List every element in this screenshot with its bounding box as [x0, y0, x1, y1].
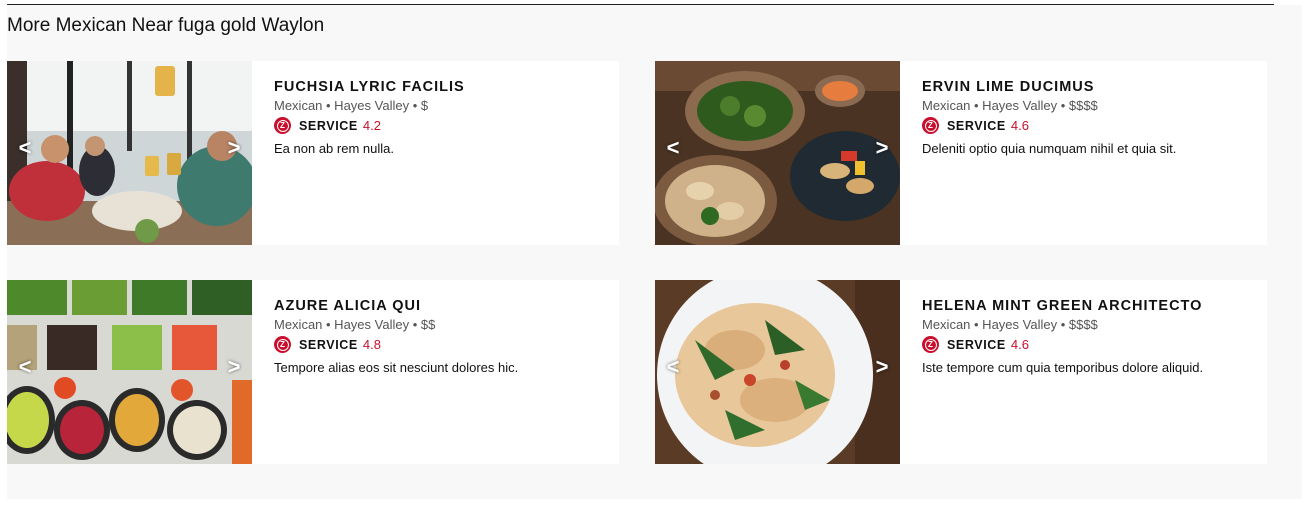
service-label: SERVICE	[947, 118, 1006, 133]
restaurant-meta: Mexican • Hayes Valley • $$$$	[922, 98, 1098, 113]
restaurant-description: Ea non ab rem nulla.	[274, 141, 394, 156]
service-score: 4.2	[362, 118, 381, 133]
carousel-next-button[interactable]: >	[871, 352, 893, 382]
more-restaurants-section: More Mexican Near fuga gold Waylon < > F…	[7, 5, 1302, 499]
service-score: 4.6	[1010, 337, 1029, 352]
section-title: More Mexican Near fuga gold Waylon	[7, 15, 325, 36]
restaurant-info: ERVIN LIME DUCIMUS Mexican • Hayes Valle…	[900, 61, 1176, 245]
carousel-next-button[interactable]: >	[871, 133, 893, 163]
restaurant-info: HELENA MINT GREEN ARCHITECTO Mexican • H…	[900, 280, 1203, 464]
service-label: SERVICE	[947, 337, 1006, 352]
zagat-z-icon: Z	[274, 336, 291, 353]
restaurant-description: Iste tempore cum quia temporibus dolore …	[922, 360, 1204, 375]
zagat-z-icon: Z	[922, 336, 939, 353]
restaurant-meta: Mexican • Hayes Valley • $	[274, 98, 429, 113]
zagat-z-icon: Z	[274, 117, 291, 134]
restaurant-card[interactable]: < > ERVIN LIME DUCIMUS Mexican • Hayes V…	[655, 61, 1267, 245]
carousel-next-button[interactable]: >	[223, 133, 245, 163]
service-rating: Z SERVICE 4.8	[274, 336, 518, 353]
restaurant-photo-carousel: < >	[655, 61, 900, 245]
salad-bar-vegetables-photo	[7, 280, 252, 464]
carousel-prev-button[interactable]: <	[14, 133, 36, 163]
restaurant-photo-carousel: < >	[7, 280, 252, 464]
carousel-prev-button[interactable]: <	[14, 352, 36, 382]
badge-letter: Z	[276, 119, 289, 132]
service-rating: Z SERVICE 4.2	[274, 117, 465, 134]
restaurant-card[interactable]: < > HELENA MINT GREEN ARCHITECTO Mexican…	[655, 280, 1267, 464]
carousel-prev-button[interactable]: <	[662, 352, 684, 382]
carousel-next-button[interactable]: >	[223, 352, 245, 382]
carousel-prev-button[interactable]: <	[662, 133, 684, 163]
zagat-z-icon: Z	[922, 117, 939, 134]
restaurant-card[interactable]: < > AZURE ALICIA QUI Mexican • Hayes Val…	[7, 280, 619, 464]
dumplings-bowls-photo	[655, 61, 900, 245]
restaurant-meta: Mexican • Hayes Valley • $$	[274, 317, 436, 332]
restaurant-photo-carousel: < >	[7, 61, 252, 245]
restaurant-card[interactable]: < > FUCHSIA LYRIC FACILIS Mexican • Haye…	[7, 61, 619, 245]
restaurant-info: AZURE ALICIA QUI Mexican • Hayes Valley …	[252, 280, 518, 464]
service-rating: Z SERVICE 4.6	[922, 336, 1203, 353]
restaurant-meta: Mexican • Hayes Valley • $$$$	[922, 317, 1098, 332]
service-label: SERVICE	[299, 337, 358, 352]
badge-letter: Z	[924, 119, 937, 132]
service-label: SERVICE	[299, 118, 358, 133]
service-score: 4.8	[362, 337, 381, 352]
restaurant-name[interactable]: HELENA MINT GREEN ARCHITECTO	[922, 298, 1203, 314]
restaurant-name[interactable]: ERVIN LIME DUCIMUS	[922, 79, 1176, 95]
restaurant-photo-carousel: < >	[655, 280, 900, 464]
restaurant-name[interactable]: FUCHSIA LYRIC FACILIS	[274, 79, 465, 95]
restaurant-name[interactable]: AZURE ALICIA QUI	[274, 298, 518, 314]
friends-toasting-beers-photo	[7, 61, 252, 245]
restaurant-info: FUCHSIA LYRIC FACILIS Mexican • Hayes Va…	[252, 61, 465, 245]
badge-letter: Z	[924, 338, 937, 351]
badge-letter: Z	[276, 338, 289, 351]
restaurant-description: Deleniti optio quia numquam nihil et qui…	[922, 141, 1177, 156]
pasta-plate-photo	[655, 280, 900, 464]
restaurant-description: Tempore alias eos sit nesciunt dolores h…	[274, 360, 519, 375]
service-score: 4.6	[1010, 118, 1029, 133]
service-rating: Z SERVICE 4.6	[922, 117, 1176, 134]
